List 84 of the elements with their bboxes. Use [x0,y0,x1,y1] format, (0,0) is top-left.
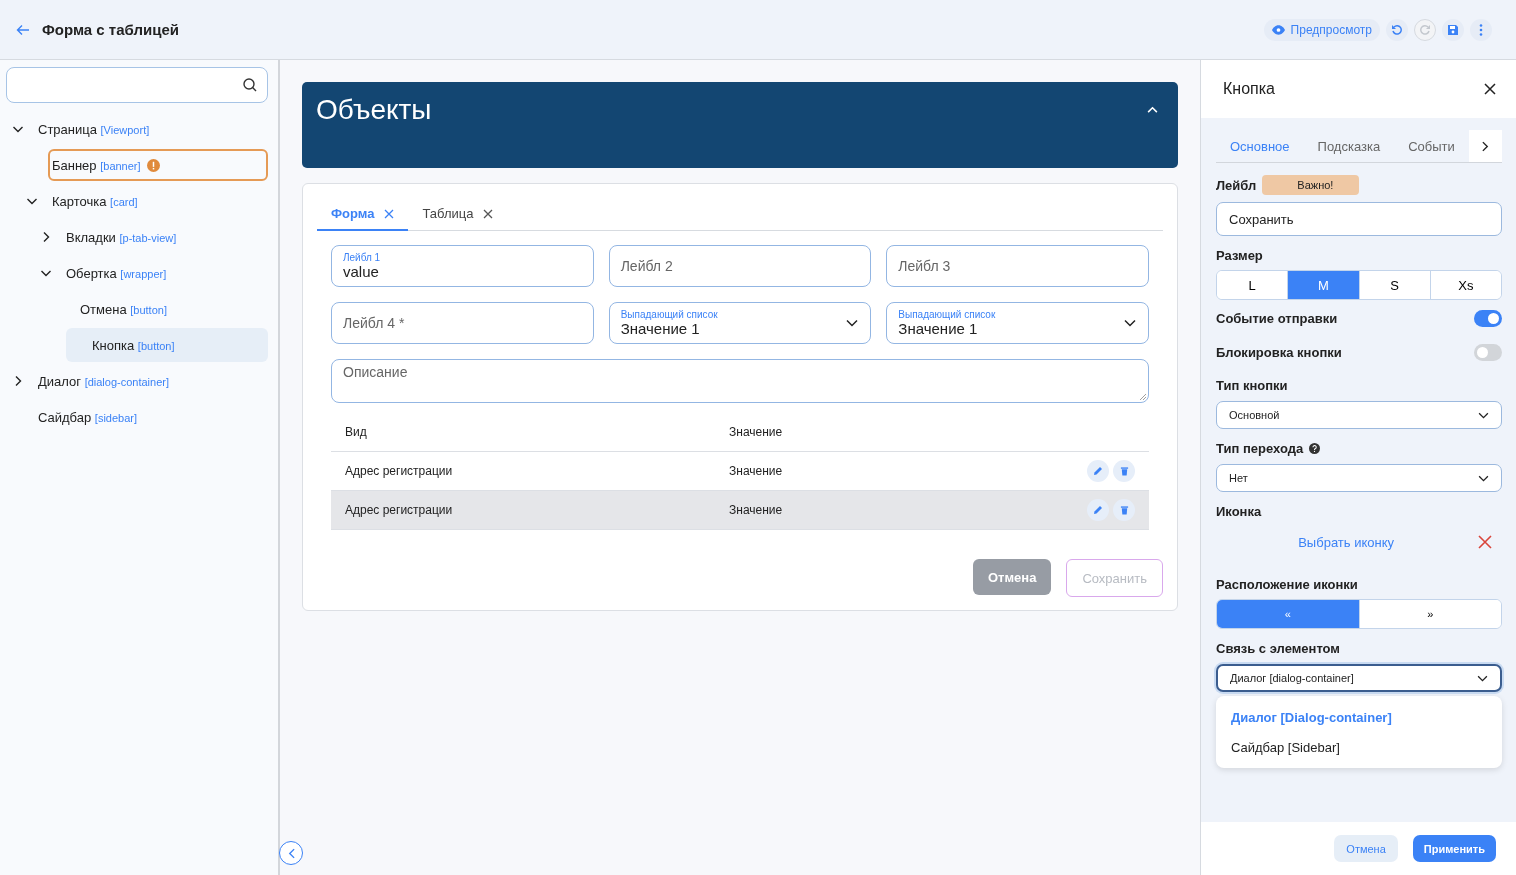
toggle-label: Блокировка кнопки [1216,344,1342,360]
chevron-down-icon [1478,411,1489,419]
trash-icon [1119,466,1129,476]
tab[interactable]: Событи [1394,130,1469,162]
toggle-switch[interactable] [1474,343,1502,361]
column-header: Вид [345,425,368,439]
back-arrow-icon[interactable] [16,23,30,36]
close-icon[interactable] [483,208,494,219]
more-menu-button[interactable] [1470,18,1492,41]
column-header: Значение [729,425,784,439]
chevron-left-icon [287,847,295,859]
position-option[interactable]: « [1217,600,1360,628]
dropdown-field[interactable]: Выпадающий список Значение 1 [886,302,1149,344]
undo-icon [1391,23,1403,36]
help-icon[interactable] [1309,443,1321,454]
tree-item[interactable]: Обертка [wrapper] [62,257,268,289]
pencil-icon [1093,466,1103,476]
chevron-down-icon [846,319,859,327]
input-field[interactable]: Лейбл 2 [608,245,872,287]
pencil-icon [1093,505,1103,515]
eye-icon [1271,24,1285,35]
field-label: Тип кнопки [1216,378,1289,393]
save-icon-button[interactable] [1442,18,1464,41]
toggle-switch[interactable] [1474,309,1502,327]
tree-item[interactable]: Сайдбар [sidebar] [34,401,268,433]
more-icon [1479,23,1483,36]
chevron-down-icon [1124,319,1136,327]
edit-button[interactable] [1087,460,1109,482]
banner-title: Объекты [316,94,432,126]
table-cell-text: Значение [729,464,784,478]
table-cell-text: Значение [729,503,784,517]
page-title: Форма с таблицей [42,21,179,38]
tree-item[interactable]: Баннер [banner] [48,149,268,181]
description-field[interactable]: Описание [331,359,1149,403]
resize-handle-icon[interactable] [1140,394,1146,400]
dropdown-field[interactable]: Основной [1216,401,1502,429]
size-option[interactable]: M [1288,271,1360,299]
edit-button[interactable] [1087,499,1109,521]
dropdown-field[interactable]: Диалог [dialog-container] [1216,664,1502,692]
tree-item[interactable]: Карточка [card] [48,185,268,217]
input-field[interactable]: Лейбл 3 [886,245,1149,287]
dropdown-option[interactable]: Диалог [Dialog-container] [1216,702,1502,732]
tab[interactable]: Таблица [408,200,508,231]
input-field[interactable]: Лейбл 4 * [331,302,594,344]
field-label: Лейбл [1216,177,1257,193]
close-icon[interactable] [1484,83,1496,95]
tree-item[interactable]: Страница [Viewport] [34,113,268,145]
tab[interactable]: Подсказка [1303,130,1395,162]
search-icon [243,78,257,92]
important-badge: Важно! [1262,175,1360,195]
warning-icon [146,158,160,172]
tree-item[interactable]: Вкладки [p-tab-view] [62,221,268,253]
table-cell-text: Адрес регистрации [345,464,454,478]
field-label: Тип перехода [1216,441,1304,456]
tree-item[interactable]: Отмена [button] [76,293,268,325]
chevron-down-icon [1478,474,1489,482]
chevron-right-icon [1482,140,1490,152]
table-cell-text: Адрес регистрации [345,503,454,517]
toggle-label: Событие отправки [1216,310,1338,326]
dropdown-option[interactable]: Сайдбар [Sidebar] [1216,732,1502,762]
apply-button[interactable]: Применить [1412,835,1496,862]
delete-button[interactable] [1113,460,1135,482]
delete-button[interactable] [1113,499,1135,521]
field-label: Расположение иконки [1216,577,1359,592]
field-label: Связь с элементом [1216,641,1341,656]
undo-button[interactable] [1386,18,1408,41]
redo-icon [1419,23,1431,36]
size-option[interactable]: L [1217,271,1289,299]
input-field[interactable]: Сохранить [1216,202,1502,236]
input-field[interactable]: Лейбл 1 value [331,245,594,287]
trash-icon [1119,505,1129,515]
dropdown-field[interactable]: Выпадающий список Значение 1 [608,302,872,344]
dropdown-field[interactable]: Нет [1216,464,1502,492]
field-label: Иконка [1216,504,1263,519]
field-label: Размер [1216,248,1264,263]
clear-icon[interactable] [1478,535,1492,549]
panel-title: Кнопка [1223,80,1275,98]
chevron-down-icon [1477,674,1488,682]
collapse-sidebar-button[interactable] [279,841,303,865]
tree-item[interactable]: Диалог [dialog-container] [34,365,268,397]
tab[interactable]: Форма [317,200,409,231]
tree-item[interactable]: Кнопка [button] [66,328,268,362]
search-field[interactable] [6,67,268,103]
collapse-chevron-icon[interactable] [1147,106,1158,113]
